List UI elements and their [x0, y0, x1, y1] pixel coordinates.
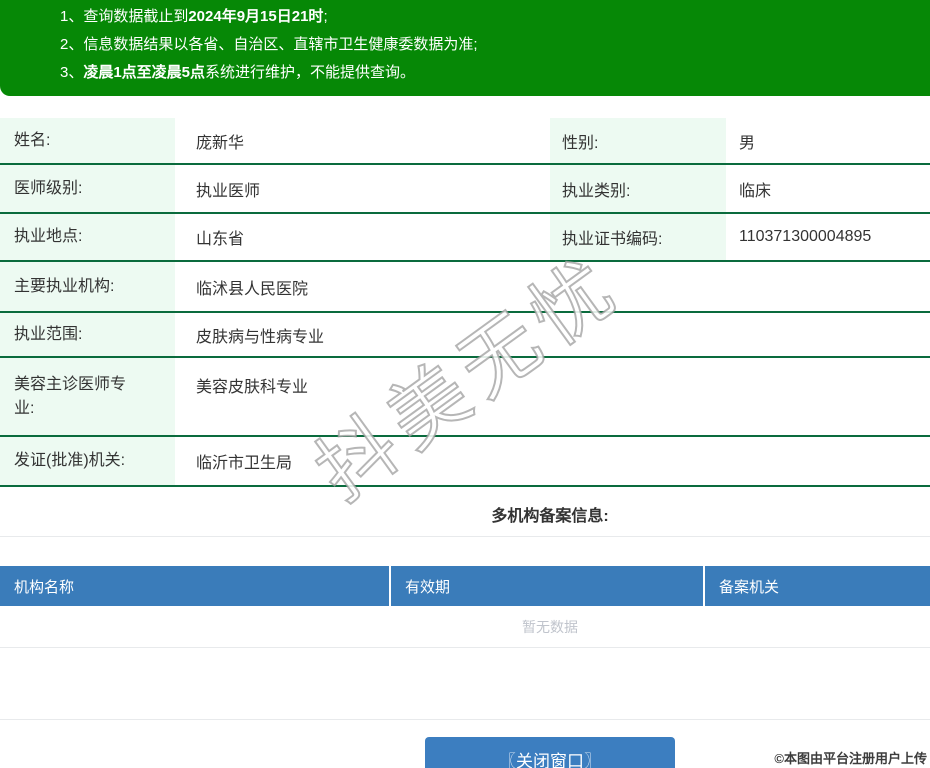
notice-item-1: 1、查询数据截止到2024年9月15日21时; — [60, 3, 930, 31]
field-label-main-institution: 主要执业机构: — [0, 262, 175, 311]
field-value-main-institution: 临沭县人民医院 — [175, 262, 930, 311]
field-value-name: 庞新华 — [175, 118, 550, 163]
column-header-institution: 机构名称 — [0, 566, 389, 606]
notice-bold-text: 2024年9月15日21时 — [188, 8, 323, 25]
table-row: 姓名: 庞新华 性别: 男 — [0, 118, 930, 165]
table-row: 医师级别: 执业医师 执业类别: 临床 — [0, 165, 930, 214]
table-row: 执业地点: 山东省 执业证书编码: 110371300004895 — [0, 214, 930, 262]
column-header-authority: 备案机关 — [703, 566, 930, 606]
notice-item-2: 2、信息数据结果以各省、自治区、直辖市卫生健康委数据为准; — [60, 31, 930, 59]
corner-watermark: ©本图由平台注册用户上传 — [774, 748, 927, 767]
field-value-cosmetic-specialty: 美容皮肤科专业 — [175, 358, 930, 435]
content-container: 1、查询数据截止到2024年9月15日21时; 2、信息数据结果以各省、自治区、… — [0, 0, 930, 768]
notice-text: 系统进行维护，不能提供查询。 — [205, 64, 415, 81]
table-row: 主要执业机构: 临沭县人民医院 — [0, 262, 930, 313]
notice-text: 1、查询数据截止到 — [60, 8, 188, 25]
field-label-gender: 性别: — [550, 118, 726, 163]
field-label-cosmetic-specialty: 美容主诊医师专业: — [0, 358, 175, 435]
divider — [0, 719, 930, 720]
notice-text: 3、 — [60, 64, 83, 81]
table-row: 发证(批准)机关: 临沂市卫生局 — [0, 437, 930, 487]
field-value-issuing-authority: 临沂市卫生局 — [175, 437, 930, 485]
field-label-issuing-authority: 发证(批准)机关: — [0, 437, 175, 485]
field-label-category: 执业类别: — [550, 165, 726, 212]
filing-table-header: 机构名称 有效期 备案机关 — [0, 566, 930, 606]
column-header-validity: 有效期 — [389, 566, 703, 606]
field-value-level: 执业医师 — [175, 165, 550, 212]
field-value-practice-scope: 皮肤病与性病专业 — [175, 313, 930, 356]
field-label-location: 执业地点: — [0, 214, 175, 260]
query-result-page: 1、查询数据截止到2024年9月15日21时; 2、信息数据结果以各省、自治区、… — [0, 0, 930, 768]
divider — [0, 536, 930, 537]
empty-data-message: 暂无数据 — [0, 606, 930, 648]
field-value-location: 山东省 — [175, 214, 550, 260]
close-window-button[interactable]: 〖关闭窗口〗 — [425, 737, 675, 768]
field-value-category: 临床 — [726, 165, 930, 212]
notice-item-3: 3、凌晨1点至凌晨5点系统进行维护，不能提供查询。 — [60, 59, 930, 87]
notice-banner: 1、查询数据截止到2024年9月15日21时; 2、信息数据结果以各省、自治区、… — [0, 0, 930, 96]
notice-text: 2、信息数据结果以各省、自治区、直辖市卫生健康委数据为准; — [60, 36, 478, 53]
notice-bold-text: 凌晨1点至凌晨5点 — [83, 64, 205, 81]
filing-section-title: 多机构备案信息: — [0, 502, 930, 526]
physician-profile-table: 姓名: 庞新华 性别: 男 医师级别: 执业医师 执业类别: 临床 执业地点: … — [0, 118, 930, 487]
field-label-practice-scope: 执业范围: — [0, 313, 175, 356]
field-label-level: 医师级别: — [0, 165, 175, 212]
table-row: 执业范围: 皮肤病与性病专业 — [0, 313, 930, 358]
notice-text: ; — [323, 8, 327, 25]
field-value-gender: 男 — [726, 118, 930, 163]
table-row: 美容主诊医师专业: 美容皮肤科专业 — [0, 358, 930, 437]
field-label-cert-number: 执业证书编码: — [550, 214, 726, 260]
field-label-name: 姓名: — [0, 118, 175, 163]
field-value-cert-number: 110371300004895 — [726, 214, 930, 260]
